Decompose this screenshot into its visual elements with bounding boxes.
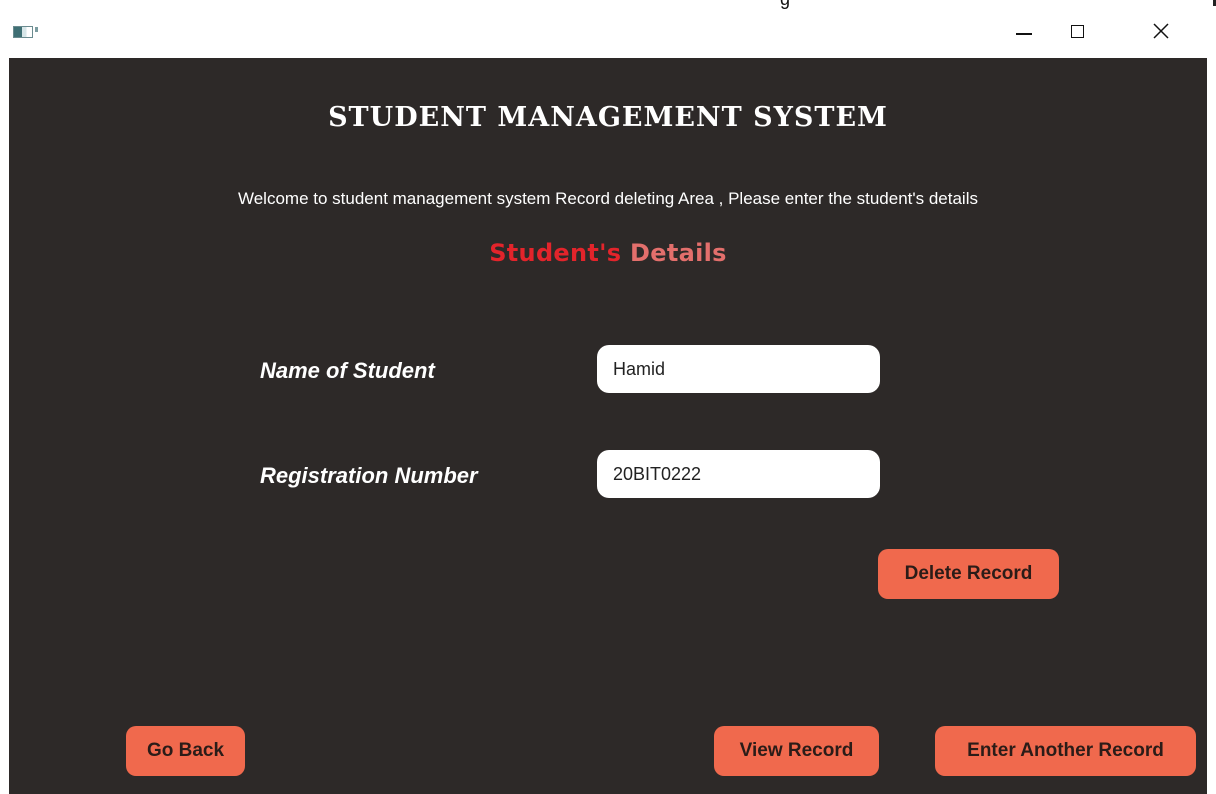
section-heading-part1: Student's <box>489 239 622 267</box>
title-bar: g <box>0 0 1216 58</box>
close-icon <box>1153 23 1169 39</box>
minimize-button[interactable] <box>1002 14 1046 48</box>
section-heading: Student's Details <box>9 239 1207 267</box>
app-window-icon <box>13 26 38 38</box>
minimize-icon <box>1016 33 1032 35</box>
close-button[interactable] <box>1139 14 1183 48</box>
registration-number-input[interactable] <box>597 450 880 498</box>
page-title: STUDENT MANAGEMENT SYSTEM <box>328 102 888 133</box>
section-heading-part2: Details <box>621 239 727 267</box>
view-record-button[interactable]: View Record <box>714 726 879 776</box>
main-panel: STUDENT MANAGEMENT SYSTEM Welcome to stu… <box>9 58 1207 794</box>
enter-another-record-button[interactable]: Enter Another Record <box>935 726 1196 776</box>
welcome-text: Welcome to student management system Rec… <box>237 189 978 208</box>
maximize-icon <box>1070 24 1084 38</box>
maximize-button[interactable] <box>1055 14 1099 48</box>
delete-record-button[interactable]: Delete Record <box>878 549 1059 599</box>
student-name-input[interactable] <box>597 345 880 393</box>
student-name-label: Name of Student <box>260 358 435 383</box>
registration-number-label: Registration Number <box>260 463 478 488</box>
go-back-button[interactable]: Go Back <box>126 726 245 776</box>
window-title: g <box>780 0 790 10</box>
